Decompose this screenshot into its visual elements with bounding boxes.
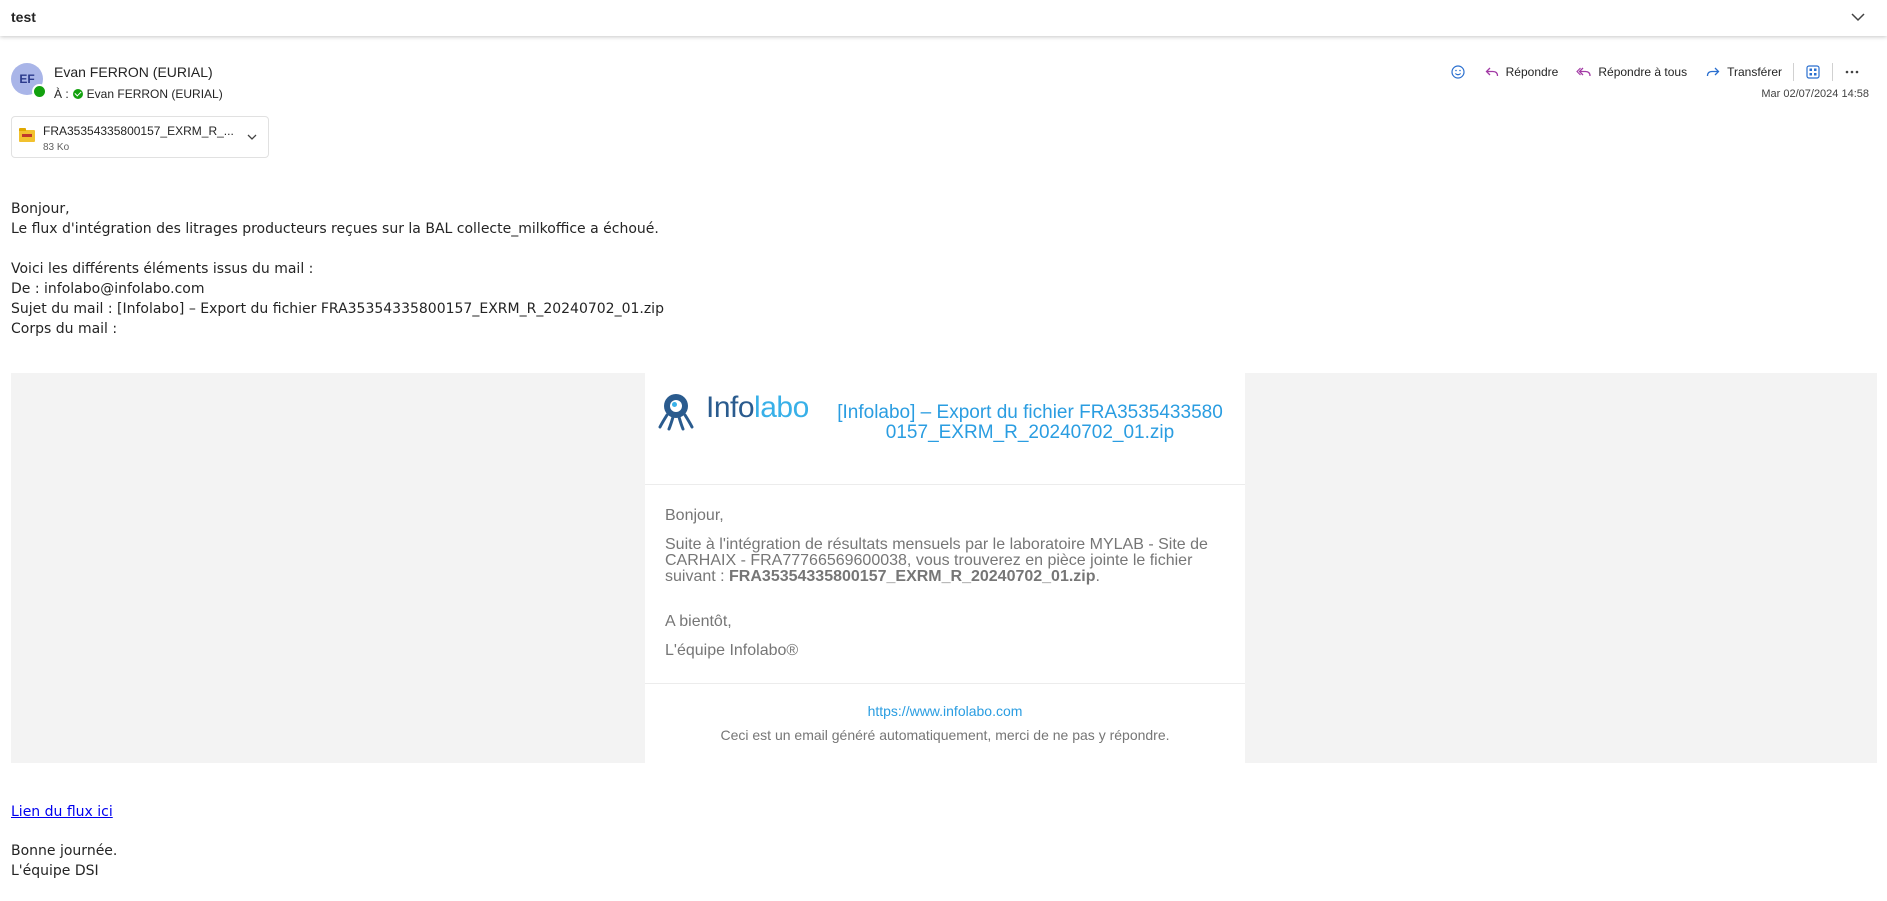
presence-available-icon <box>32 84 47 99</box>
body-corps-label: Corps du mail : <box>11 321 118 337</box>
recipient-name[interactable]: Evan FERRON (EURIAL) <box>87 87 223 101</box>
body-closing: Bonne journée. <box>11 843 118 859</box>
zip-file-icon <box>19 128 35 142</box>
attachment-size: 83 Ko <box>43 142 70 153</box>
reply-button[interactable]: Répondre <box>1475 62 1568 82</box>
forward-label: Transférer <box>1727 65 1782 79</box>
email-subject: test <box>11 9 36 25</box>
attachment-card[interactable]: FRA35354335800157_EXRM_R_... 83 Ko <box>11 116 269 158</box>
infolabo-website-link[interactable]: https://www.infolabo.com <box>645 703 1245 719</box>
embedded-team: L'équipe Infolabo® <box>665 642 799 659</box>
logo-text-info: Info <box>706 391 755 424</box>
divider <box>645 683 1245 684</box>
more-actions-button[interactable] <box>1835 62 1869 82</box>
chevron-down-icon[interactable] <box>1849 8 1867 26</box>
body-signature: L'équipe DSI <box>11 863 99 879</box>
embedded-email-title: [Infolabo] – Export du fichier FRA353543… <box>837 402 1223 443</box>
body-subject: Sujet du mail : [Infolabo] – Export du f… <box>11 301 664 317</box>
reply-all-button[interactable]: Répondre à tous <box>1567 62 1696 82</box>
apps-icon <box>1806 65 1820 79</box>
presence-available-icon <box>72 89 83 99</box>
apps-button[interactable] <box>1796 62 1830 82</box>
recipients-row: À : Evan FERRON (EURIAL) <box>54 87 223 101</box>
attachment-name: FRA35354335800157_EXRM_R_... <box>43 124 234 138</box>
emoji-reaction-button[interactable] <box>1441 62 1475 82</box>
to-label: À : <box>54 87 69 101</box>
logo-text-labo: labo <box>754 391 809 424</box>
embedded-paragraph: Suite à l'intégration de résultats mensu… <box>665 537 1227 585</box>
forward-icon <box>1706 67 1720 77</box>
body-greeting: Bonjour, <box>11 201 70 217</box>
embedded-bientot: A bientôt, <box>665 613 732 630</box>
embedded-file-name: FRA35354335800157_EXRM_R_20240702_01.zip <box>729 568 1096 585</box>
toolbar-divider <box>1832 63 1833 81</box>
subject-bar: test <box>0 0 1887 36</box>
reply-icon <box>1485 67 1498 77</box>
embedded-footer-note: Ceci est un email généré automatiquement… <box>720 727 1170 743</box>
sender-name[interactable]: Evan FERRON (EURIAL) <box>54 64 213 80</box>
flux-link[interactable]: Lien du flux ici <box>11 804 113 820</box>
embedded-greeting: Bonjour, <box>665 507 724 524</box>
infolabo-octopus-logo <box>658 394 694 431</box>
divider <box>645 484 1245 485</box>
body-from: De : infolabo@infolabo.com <box>11 281 205 297</box>
reply-all-label: Répondre à tous <box>1598 65 1688 79</box>
embedded-paragraph-end: . <box>1095 568 1100 585</box>
message-toolbar: Répondre Répondre à tous Transférer <box>1441 62 1869 82</box>
more-icon <box>1845 70 1859 74</box>
body-line: Voici les différents éléments issus du m… <box>11 261 314 277</box>
sent-date: Mar 02/07/2024 14:58 <box>1761 88 1869 100</box>
body-line: Le flux d'intégration des litrages produ… <box>11 221 659 237</box>
forward-button[interactable]: Transférer <box>1696 62 1791 82</box>
reply-label: Répondre <box>1505 65 1559 79</box>
emoji-icon <box>1451 65 1465 79</box>
chevron-down-icon[interactable] <box>245 130 259 144</box>
reply-all-icon <box>1576 67 1592 77</box>
infolabo-logo-text: Infolabo <box>706 391 809 425</box>
toolbar-divider <box>1793 63 1794 81</box>
